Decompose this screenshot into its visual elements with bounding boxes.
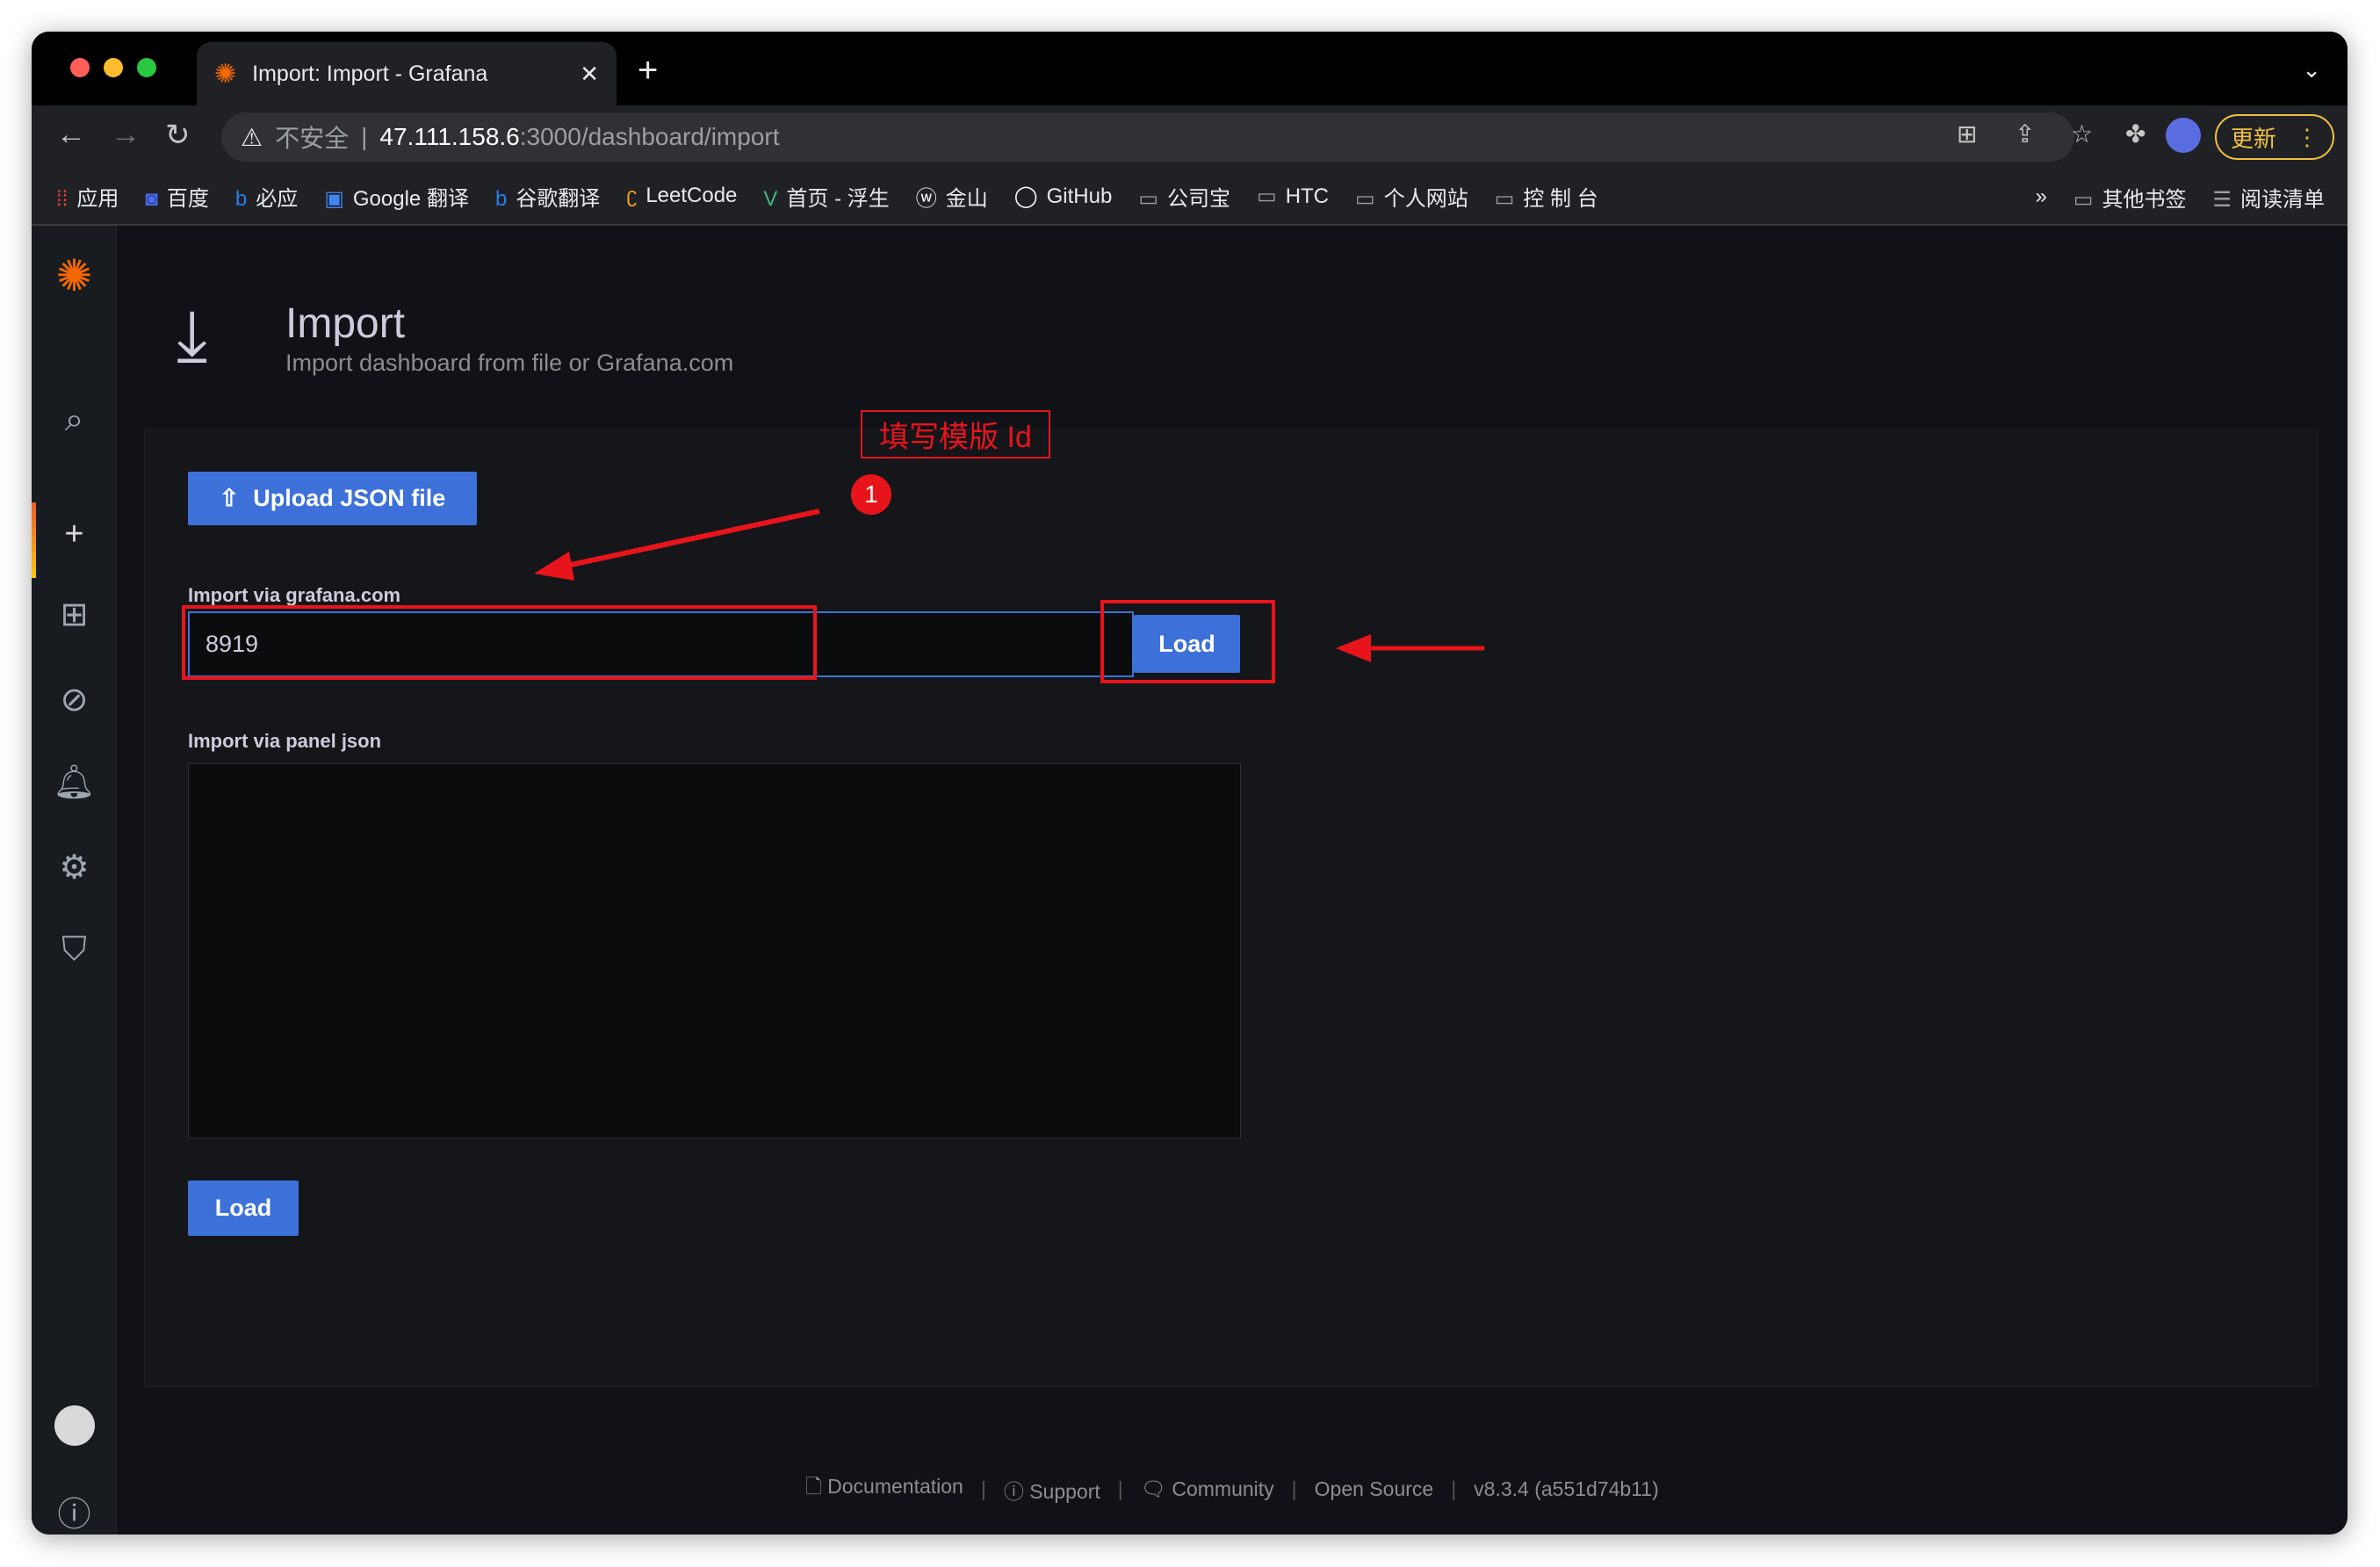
annotation-arrows xyxy=(534,509,1484,662)
footer-open-source-link[interactable]: Open Source xyxy=(1315,1477,1434,1501)
footer-community-link[interactable]: 🗨 Community xyxy=(1141,1477,1274,1501)
footer-version: v8.3.4 (a551d74b11) xyxy=(1474,1477,1659,1500)
footer: 🗋 Documentation | ⓘ Support | 🗨 Community |… xyxy=(32,1472,2348,1506)
footer-documentation-link[interactable]: 🗋 Documentation xyxy=(805,1472,963,1506)
arrow-to-input xyxy=(534,509,820,581)
comments-icon: 🗨 xyxy=(1140,1477,1172,1500)
footer-support-link[interactable]: ⓘ Support xyxy=(1004,1475,1100,1505)
browser-window: ✺ Import: Import - Grafana ✕ + ⌄ ← → ↻ ⚠… xyxy=(32,32,2348,1535)
question-icon: ⓘ xyxy=(1003,1479,1030,1503)
document-icon: 🗋 xyxy=(805,1475,828,1498)
arrow-to-load xyxy=(1336,634,1484,662)
